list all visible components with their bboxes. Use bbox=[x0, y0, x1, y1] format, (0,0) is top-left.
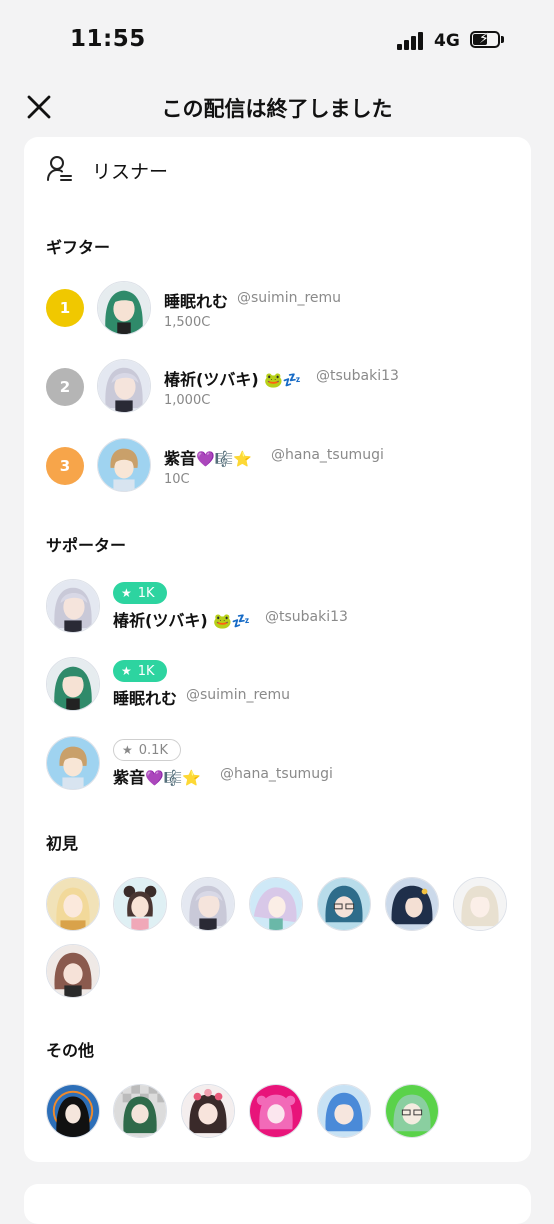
user-emoji: 🐸💤 bbox=[264, 371, 302, 389]
gift-amount: 1,000C bbox=[164, 393, 211, 408]
star-icon: ★ bbox=[121, 586, 132, 600]
avatar[interactable] bbox=[249, 877, 303, 931]
support-badge: ★ 1K bbox=[113, 660, 167, 682]
gift-amount: 10C bbox=[164, 472, 190, 487]
avatar[interactable] bbox=[46, 657, 100, 711]
avatar[interactable] bbox=[317, 1084, 371, 1138]
signal-icon bbox=[397, 32, 425, 50]
listener-label: リスナー bbox=[92, 161, 169, 183]
user-emoji: 💜🎼⭐ bbox=[196, 450, 253, 468]
avatar[interactable] bbox=[46, 944, 100, 998]
avatar[interactable] bbox=[181, 1084, 235, 1138]
user-name: 睡眠れむ bbox=[164, 292, 229, 311]
user-emoji: 💜🎼⭐ bbox=[145, 769, 202, 787]
avatar[interactable] bbox=[249, 1084, 303, 1138]
avatar[interactable] bbox=[46, 877, 100, 931]
others-section-title: その他 bbox=[46, 1041, 95, 1060]
avatar[interactable] bbox=[385, 1084, 439, 1138]
listener-card: リスナー ギフター 1 睡眠れむ @suimin_remu 1,500C 2 椿… bbox=[24, 137, 531, 1162]
avatar[interactable] bbox=[97, 438, 151, 492]
star-icon: ★ bbox=[121, 664, 132, 678]
gifter-section-title: ギフター bbox=[46, 238, 111, 257]
user-handle: @suimin_remu bbox=[237, 290, 342, 306]
user-handle: @hana_tsumugi bbox=[220, 766, 333, 782]
gift-amount: 1,500C bbox=[164, 315, 211, 330]
avatar[interactable] bbox=[113, 1084, 167, 1138]
status-time: 11:55 bbox=[70, 26, 146, 52]
user-name: 紫音💜🎼⭐ bbox=[113, 768, 202, 787]
support-badge: ★ 1K bbox=[113, 582, 167, 604]
user-name: 椿祈(ツバキ) 🐸💤 bbox=[113, 611, 251, 630]
user-emoji: 🐸💤 bbox=[213, 612, 251, 630]
user-name: 睡眠れむ bbox=[113, 689, 178, 708]
support-badge: ★ 0.1K bbox=[113, 739, 181, 761]
rank-badge: 1 bbox=[46, 289, 84, 327]
first-time-section-title: 初見 bbox=[46, 834, 79, 853]
user-handle: @tsubaki13 bbox=[316, 368, 399, 384]
avatar[interactable] bbox=[46, 579, 100, 633]
bottom-card bbox=[24, 1184, 531, 1224]
star-icon: ★ bbox=[122, 743, 133, 757]
user-handle: @suimin_remu bbox=[186, 687, 291, 703]
avatar[interactable] bbox=[453, 877, 507, 931]
status-bar: 11:55 4G ⚡ bbox=[0, 0, 554, 80]
network-label: 4G bbox=[434, 31, 460, 51]
nav-bar: この配信は終了しました bbox=[0, 80, 554, 136]
battery-icon: ⚡ bbox=[470, 31, 504, 48]
user-handle: @hana_tsumugi bbox=[271, 447, 384, 463]
supporter-section-title: サポーター bbox=[46, 536, 127, 555]
user-handle: @tsubaki13 bbox=[265, 609, 348, 625]
avatar[interactable] bbox=[46, 1084, 100, 1138]
user-name: 紫音💜🎼⭐ bbox=[164, 449, 253, 468]
avatar[interactable] bbox=[46, 736, 100, 790]
avatar[interactable] bbox=[385, 877, 439, 931]
avatar[interactable] bbox=[317, 877, 371, 931]
avatar[interactable] bbox=[97, 359, 151, 413]
avatar[interactable] bbox=[113, 877, 167, 931]
avatar[interactable] bbox=[181, 877, 235, 931]
rank-badge: 3 bbox=[46, 447, 84, 485]
user-name: 椿祈(ツバキ) 🐸💤 bbox=[164, 370, 302, 389]
avatar[interactable] bbox=[97, 281, 151, 335]
rank-badge: 2 bbox=[46, 368, 84, 406]
page-title: この配信は終了しました bbox=[161, 97, 393, 121]
person-list-icon bbox=[47, 156, 72, 181]
